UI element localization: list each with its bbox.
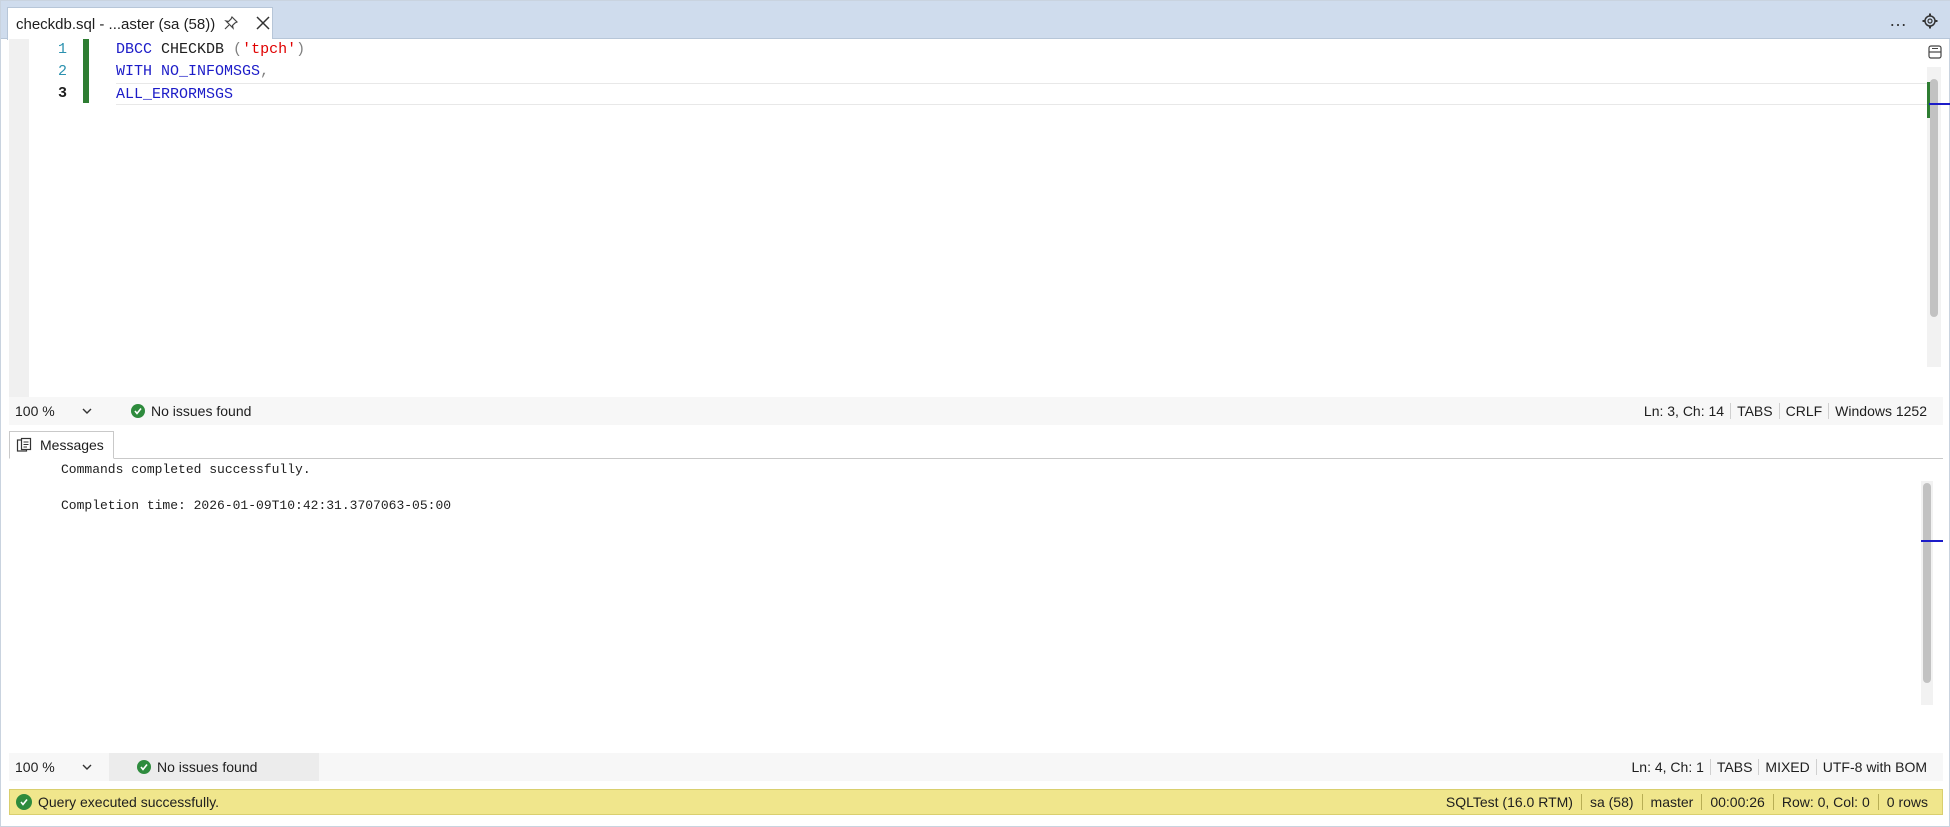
editor-vertical-scrollbar[interactable]: [1927, 67, 1950, 367]
code-token: ALL_ERRORMSGS: [116, 86, 234, 103]
editor-glyph-margin: [9, 39, 29, 397]
login-user: sa (58): [1580, 794, 1642, 810]
message-line: Commands completed successfully.: [61, 462, 311, 477]
zoom-value: 100 %: [15, 759, 55, 775]
code-line[interactable]: WITH NO_INFOMSGS,: [116, 61, 1916, 83]
zoom-select[interactable]: 100 %: [15, 401, 99, 421]
success-icon: [16, 794, 32, 810]
chevron-down-icon: [82, 408, 92, 414]
code-token: ): [296, 41, 306, 58]
messages-vertical-scrollbar[interactable]: [1921, 481, 1943, 705]
row-col-position: Row: 0, Col: 0: [1772, 794, 1878, 810]
check-circle-icon: [131, 404, 145, 418]
results-issues-indicator[interactable]: No issues found: [109, 753, 319, 781]
message-line: Completion time: 2026-01-09T10:42:31.370…: [61, 498, 452, 513]
query-status-message: Query executed successfully.: [38, 794, 220, 810]
editor-status-bar: 100 % No issues found Ln: 3, Ch: 14 TABS…: [9, 397, 1943, 425]
server-name: SQLTest (16.0 RTM): [1445, 794, 1573, 810]
document-tab-checkdb[interactable]: checkdb.sql - ...aster (sa (58)): [7, 7, 273, 40]
close-icon[interactable]: [254, 14, 272, 32]
query-status-bar: Query executed successfully. SQLTest (16…: [9, 789, 1943, 815]
sql-editor[interactable]: 123 DBCC CHECKDB ('tpch') WITH NO_INFOMSG…: [9, 39, 1950, 397]
more-options-icon[interactable]: …: [1889, 11, 1908, 29]
code-token: WITH: [116, 63, 153, 80]
editor-scroll-thumb[interactable]: [1930, 79, 1938, 317]
line-number-gutter: 1 2 3: [29, 39, 79, 105]
code-token: (: [224, 41, 243, 58]
document-tab-title: checkdb.sql - ...aster (sa (58)): [16, 15, 216, 33]
code-token: NO_INFOMSGS: [161, 63, 261, 80]
change-tracking-bar: [83, 39, 89, 103]
database-name: master: [1641, 794, 1702, 810]
row-count: 0 rows: [1877, 794, 1936, 810]
tab-messages-label: Messages: [40, 437, 104, 453]
issues-label: No issues found: [151, 403, 252, 419]
line-number: 2: [57, 63, 67, 80]
line-ending[interactable]: MIXED: [1758, 759, 1815, 775]
code-area[interactable]: DBCC CHECKDB ('tpch') WITH NO_INFOMSGS, AL…: [116, 39, 1931, 105]
caret-marker: [1921, 540, 1943, 542]
messages-icon: [16, 437, 32, 452]
cursor-position[interactable]: Ln: 4, Ch: 1: [1626, 759, 1710, 775]
chevron-down-icon: [82, 764, 92, 770]
code-token: CHECKDB: [161, 41, 225, 58]
document-tab-bar: checkdb.sql - ...aster (sa (58)) …: [1, 1, 1950, 40]
indent-mode[interactable]: TABS: [1730, 403, 1779, 419]
results-tab-bar: Messages: [9, 431, 1943, 459]
code-token: 'tpch': [242, 41, 297, 58]
line-number: 1: [57, 41, 67, 58]
code-token: ,: [260, 63, 270, 80]
query-window: checkdb.sql - ...aster (sa (58)) … 1 2 3 D…: [0, 0, 1950, 827]
messages-scroll-thumb[interactable]: [1923, 483, 1931, 683]
elapsed-time: 00:00:26: [1701, 794, 1773, 810]
code-token: DBCC: [116, 41, 153, 58]
issues-indicator[interactable]: No issues found: [131, 401, 251, 421]
code-line[interactable]: ALL_ERRORMSGS: [116, 83, 1931, 105]
results-zoom-select[interactable]: 100 %: [15, 757, 99, 777]
indent-mode[interactable]: TABS: [1709, 759, 1759, 775]
issues-label: No issues found: [157, 759, 258, 775]
results-status-bar: 100 % No issues found Ln: 4, Ch: 1 TABS …: [9, 753, 1943, 781]
zoom-value: 100 %: [15, 403, 55, 419]
line-ending[interactable]: CRLF: [1778, 403, 1829, 419]
file-encoding[interactable]: UTF-8 with BOM: [1815, 759, 1933, 775]
tab-messages[interactable]: Messages: [9, 431, 114, 459]
line-number: 3: [57, 85, 67, 102]
code-line[interactable]: DBCC CHECKDB ('tpch'): [116, 39, 1916, 61]
file-encoding[interactable]: Windows 1252: [1828, 403, 1933, 419]
cursor-position[interactable]: Ln: 3, Ch: 14: [1638, 403, 1730, 419]
gear-icon[interactable]: [1922, 13, 1938, 29]
check-circle-icon: [137, 760, 151, 774]
caret-marker: [1929, 103, 1950, 105]
messages-pane[interactable]: Commands completed successfully. Complet…: [9, 459, 1943, 753]
pin-icon[interactable]: [223, 15, 239, 31]
split-editor-icon[interactable]: [1927, 44, 1943, 60]
